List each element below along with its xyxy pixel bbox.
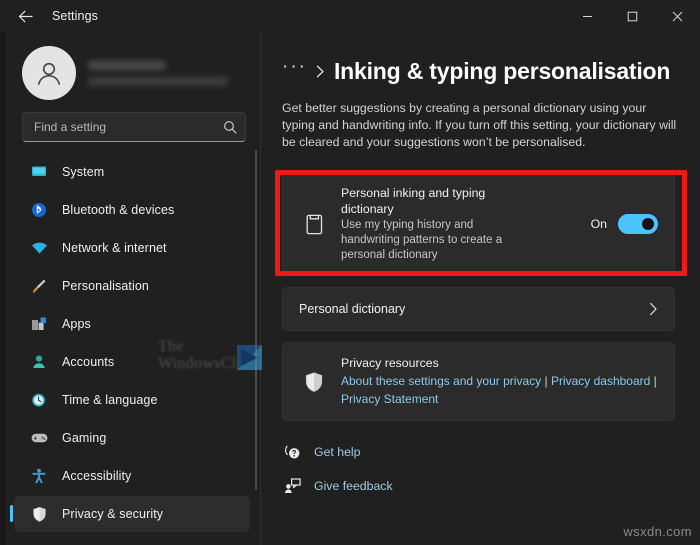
person-icon [28, 354, 50, 370]
accessibility-icon [28, 468, 50, 484]
page-description: Get better suggestions by creating a per… [282, 101, 677, 149]
sidebar-item-accounts[interactable]: Accounts [14, 344, 250, 380]
shield-icon [299, 371, 329, 393]
maximize-button[interactable] [610, 0, 655, 32]
setting-title: Personal inking and typing dictionary [341, 186, 486, 216]
search-icon[interactable] [223, 120, 237, 134]
help-icon [282, 444, 302, 460]
sidebar-item-label: System [62, 165, 105, 179]
book-icon [299, 214, 329, 235]
sidebar: System Bluetooth & devices [6, 32, 262, 545]
toggle-wrap: On [591, 214, 658, 234]
sidebar-item-label: Personalisation [62, 279, 149, 293]
personal-dictionary-card[interactable]: Personal dictionary [282, 287, 675, 331]
paintbrush-icon [28, 278, 50, 294]
sidebar-item-accessibility[interactable]: Accessibility [14, 458, 250, 494]
minimize-icon [582, 11, 593, 22]
page-title: Inking & typing personalisation [333, 57, 671, 84]
sidebar-item-time-language[interactable]: Time & language [14, 382, 250, 418]
window-controls [565, 0, 700, 32]
apps-grid-icon [28, 316, 50, 332]
privacy-resources-title: Privacy resources [341, 356, 439, 370]
get-help-label: Get help [314, 445, 361, 459]
breadcrumb: ··· Inking & typing personalisation [282, 54, 700, 88]
privacy-links: About these settings and your privacy | … [341, 372, 658, 408]
close-icon [672, 11, 683, 22]
bluetooth-icon [28, 202, 50, 218]
window-body: System Bluetooth & devices [0, 32, 700, 545]
close-button[interactable] [655, 0, 700, 32]
monitor-icon [28, 164, 50, 180]
search-input[interactable] [34, 120, 223, 134]
give-feedback-link[interactable]: Give feedback [282, 473, 700, 499]
search-wrap [8, 104, 260, 142]
card-row: Personal inking and typing dictionary Us… [283, 174, 674, 274]
toggle-knob [642, 218, 654, 230]
footer-links: Get help Give feedback [282, 439, 700, 499]
back-button[interactable] [8, 1, 42, 31]
sidebar-item-privacy-security[interactable]: Privacy & security [10, 496, 250, 532]
sidebar-item-apps[interactable]: Apps [14, 306, 250, 342]
sidebar-item-bluetooth-devices[interactable]: Bluetooth & devices [14, 192, 250, 228]
link-privacy-dashboard[interactable]: Privacy dashboard [551, 374, 650, 388]
main-pane: ··· Inking & typing personalisation Get … [260, 32, 700, 545]
sidebar-nav: System Bluetooth & devices Network & int… [8, 154, 260, 545]
account-name [88, 60, 166, 70]
sidebar-item-label: Gaming [62, 431, 107, 445]
shield-icon [28, 506, 50, 522]
sidebar-item-label: Apps [62, 317, 91, 331]
settings-window: Settings Find a setting System Bluetooth… [0, 0, 700, 545]
personal-dictionary-toggle[interactable] [618, 214, 658, 234]
window-title: Settings [52, 9, 98, 23]
card-link-row[interactable]: Personal dictionary [283, 288, 674, 330]
card-text: Personal inking and typing dictionary Us… [341, 185, 591, 263]
give-feedback-label: Give feedback [314, 479, 393, 493]
breadcrumb-overflow-button[interactable]: ··· [282, 57, 307, 80]
card-row: Privacy resources About these settings a… [283, 343, 674, 420]
account-text [88, 60, 228, 86]
feedback-icon [282, 478, 302, 494]
privacy-resources-card: Privacy resources About these settings a… [282, 342, 675, 421]
sidebar-item-system[interactable]: System [14, 154, 250, 190]
link-separator: | [653, 374, 657, 388]
account-card[interactable] [8, 32, 260, 104]
wifi-icon [28, 241, 50, 255]
sidebar-item-personalisation[interactable]: Personalisation [14, 268, 250, 304]
link-about-settings-privacy[interactable]: About these settings and your privacy [341, 374, 541, 388]
chevron-right-icon [316, 65, 325, 78]
link-privacy-statement[interactable]: Privacy Statement [341, 392, 438, 406]
sidebar-item-network-internet[interactable]: Network & internet [14, 230, 250, 266]
account-email [88, 76, 228, 86]
privacy-text: Privacy resources About these settings a… [341, 355, 658, 408]
sidebar-item-label: Accounts [62, 355, 115, 369]
setting-description: Use my typing history and handwriting pa… [341, 219, 503, 261]
sidebar-item-label: Bluetooth & devices [62, 203, 175, 217]
search-box[interactable] [22, 112, 246, 142]
sidebar-item-label: Network & internet [62, 241, 167, 255]
toggle-state-label: On [590, 217, 607, 231]
sidebar-item-windows-update[interactable]: Windows Update [14, 534, 250, 545]
user-avatar-icon [34, 58, 64, 88]
chevron-right-icon[interactable] [649, 302, 658, 316]
watermark-wsxdn: wsxdn.com [623, 524, 692, 539]
arrow-left-icon [18, 10, 33, 23]
gamepad-icon [28, 432, 50, 444]
link-separator: | [544, 374, 548, 388]
sidebar-item-label: Privacy & security [62, 507, 164, 521]
maximize-icon [627, 11, 638, 22]
sidebar-scrollbar[interactable] [255, 150, 257, 490]
personal-dictionary-toggle-card: Personal inking and typing dictionary Us… [282, 173, 675, 275]
clock-icon [28, 392, 50, 408]
avatar [22, 46, 76, 100]
sidebar-item-gaming[interactable]: Gaming [14, 420, 250, 456]
title-bar: Settings [0, 0, 700, 32]
sidebar-item-label: Time & language [62, 393, 158, 407]
personal-dictionary-label: Personal dictionary [299, 302, 406, 316]
sidebar-item-label: Accessibility [62, 469, 132, 483]
get-help-link[interactable]: Get help [282, 439, 700, 465]
minimize-button[interactable] [565, 0, 610, 32]
